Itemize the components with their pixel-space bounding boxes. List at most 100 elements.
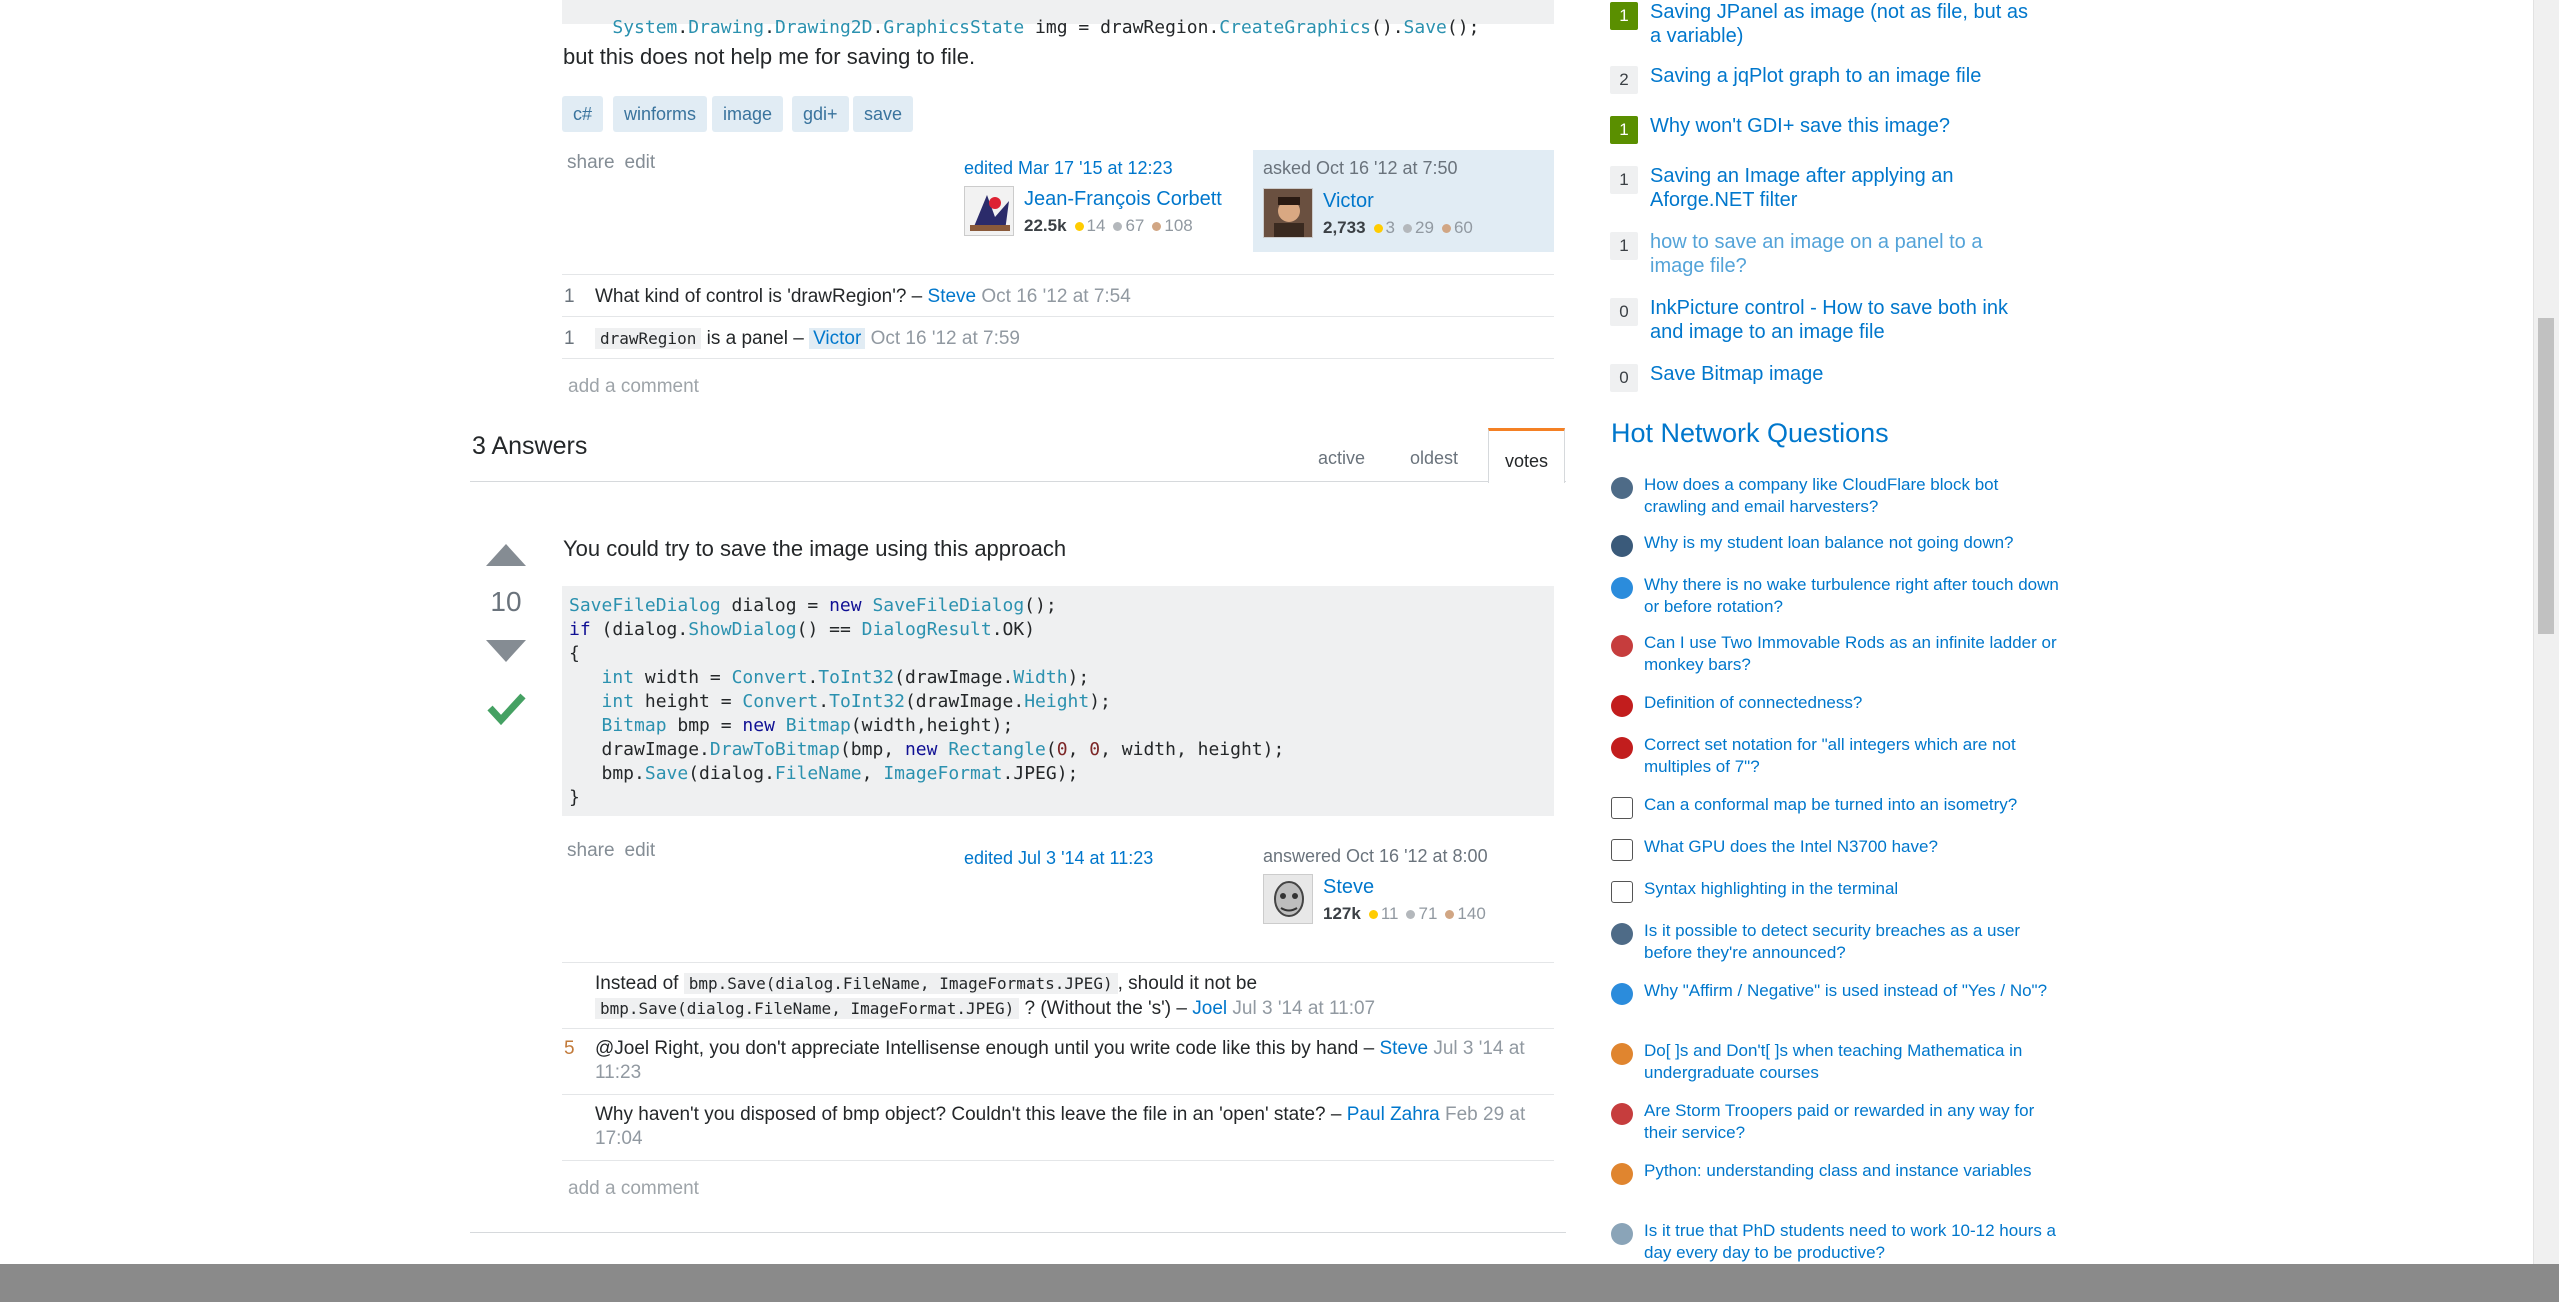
aviation-se-icon	[1611, 577, 1633, 599]
tab-oldest[interactable]: oldest	[1410, 428, 1458, 482]
answer-code-block: SaveFileDialog dialog = new SaveFileDial…	[562, 586, 1554, 816]
comment: 1 What kind of control is 'drawRegion'? …	[562, 274, 1554, 317]
answerer-signature: answered Oct 16 '12 at 8:00 Steve 127k 11…	[1263, 846, 1553, 934]
tab-active[interactable]: active	[1318, 428, 1365, 482]
edit-link[interactable]: edit	[625, 840, 656, 861]
related-title[interactable]: Saving a jqPlot graph to an image file	[1650, 64, 2030, 88]
tag-winforms[interactable]: winforms	[613, 96, 708, 132]
related-title[interactable]: InkPicture control - How to save both in…	[1650, 296, 2030, 344]
gold-badge-icon	[1074, 222, 1084, 232]
related-score: 2	[1610, 66, 1638, 94]
related-score: 1	[1610, 2, 1638, 30]
hot-network-title[interactable]: Is it true that PhD students need to wor…	[1644, 1220, 2060, 1264]
upvote-button[interactable]	[484, 540, 528, 570]
tag-gdiplus[interactable]: gdi+	[792, 96, 849, 132]
security-se-icon	[1611, 923, 1633, 945]
math-se-icon	[1611, 737, 1633, 759]
hot-network-title[interactable]: What GPU does the Intel N3700 have?	[1644, 836, 2060, 858]
mathematica-se-icon	[1611, 1043, 1633, 1065]
downvote-button[interactable]	[484, 636, 528, 666]
related-title[interactable]: Save Bitmap image	[1650, 362, 2030, 386]
comment-user[interactable]: Victor	[809, 328, 866, 349]
hot-network-title[interactable]: Can a conformal map be turned into an is…	[1644, 794, 2060, 816]
comment-date[interactable]: Oct 16 '12 at 7:54	[981, 286, 1130, 307]
tab-votes[interactable]: votes	[1488, 428, 1566, 483]
accepted-checkmark	[486, 688, 526, 728]
gold-badge-count: 14	[1086, 216, 1106, 235]
security-se-icon	[1611, 477, 1633, 499]
add-comment-link[interactable]: add a comment	[568, 1178, 699, 1200]
share-link[interactable]: share	[567, 152, 615, 173]
related-title[interactable]: Saving an Image after applying an Aforge…	[1650, 164, 2030, 212]
tag-save[interactable]: save	[853, 96, 914, 132]
answerer-avatar-image	[1264, 875, 1312, 923]
question-code-snippet: System.Drawing.Drawing2D.GraphicsState i…	[562, 0, 1554, 38]
comment-code: bmp.Save(dialog.FileName, ImageFormats.J…	[683, 973, 1118, 994]
related-title[interactable]: Saving JPanel as image (not as file, but…	[1650, 0, 2030, 48]
hot-network-title[interactable]: Why there is no wake turbulence right af…	[1644, 574, 2060, 618]
related-title[interactable]: how to save an image on a panel to a ima…	[1650, 230, 2030, 278]
comment-code: bmp.Save(dialog.FileName, ImageFormat.JP…	[595, 998, 1020, 1019]
comment-user[interactable]: Steve	[928, 286, 977, 307]
comment-text: Instead of	[595, 973, 684, 994]
bronze-badge-icon	[1152, 222, 1162, 232]
related-score: 1	[1610, 116, 1638, 144]
editor-name[interactable]: Jean-François Corbett	[1024, 188, 1222, 211]
sidebar: 1 Saving JPanel as image (not as file, bu…	[1610, 0, 2060, 1302]
avatar[interactable]	[1263, 874, 1313, 924]
gold-badge-icon	[1373, 224, 1383, 234]
puzzling-se-icon	[1611, 635, 1633, 657]
scifi-se-icon	[1611, 1103, 1633, 1125]
comment-user[interactable]: Steve	[1379, 1038, 1428, 1059]
gold-badge-count: 3	[1385, 218, 1396, 237]
hot-network-title[interactable]: Why is my student loan balance not going…	[1644, 532, 2060, 554]
related-title[interactable]: Why won't GDI+ save this image?	[1650, 114, 2030, 138]
asker-name[interactable]: Victor	[1323, 190, 1374, 213]
comment-text: ? (Without the 's') –	[1019, 998, 1193, 1019]
bronze-badge-icon	[1441, 224, 1451, 234]
tag-image[interactable]: image	[712, 96, 784, 132]
reputation-score: 127k	[1323, 904, 1361, 923]
answerer-name[interactable]: Steve	[1323, 876, 1374, 899]
answerer-reputation: 127k 11 71 140	[1323, 904, 1486, 924]
scrollbar-thumb[interactable]	[2538, 318, 2554, 634]
hot-network-title[interactable]: Is it possible to detect security breach…	[1644, 920, 2060, 964]
comment-date[interactable]: Oct 16 '12 at 7:59	[871, 328, 1020, 349]
comment-text: What kind of control is 'drawRegion'? –	[595, 286, 928, 307]
related-score: 1	[1610, 166, 1638, 194]
comment-text: is a panel –	[701, 328, 810, 349]
asker-avatar-image	[1264, 189, 1312, 237]
scrollbar[interactable]	[2533, 0, 2559, 1264]
hot-network-title[interactable]: Why "Affirm / Negative" is used instead …	[1644, 980, 2060, 1002]
upvote-arrow-icon	[486, 544, 526, 566]
hot-network-title[interactable]: Do[ ]s and Don't[ ]s when teaching Mathe…	[1644, 1040, 2060, 1084]
avatar[interactable]	[1263, 188, 1313, 238]
question-post-menu: share edit	[567, 152, 665, 174]
avatar[interactable]	[964, 186, 1014, 236]
english-se-icon	[1611, 983, 1633, 1005]
hot-network-title[interactable]: Python: understanding class and instance…	[1644, 1160, 2060, 1182]
hot-network-title[interactable]: Hot Network Questions	[1611, 418, 1889, 449]
edit-link[interactable]: edit	[625, 152, 656, 173]
comment-date[interactable]: Jul 3 '14 at 11:07	[1232, 998, 1375, 1019]
hot-network-title[interactable]: How does a company like CloudFlare block…	[1644, 474, 2060, 518]
tag-csharp[interactable]: c#	[562, 96, 604, 132]
hot-network-title[interactable]: Can I use Two Immovable Rods as an infin…	[1644, 632, 2060, 676]
hot-network-title[interactable]: Syntax highlighting in the terminal	[1644, 878, 2060, 900]
hot-network-title[interactable]: Definition of connectedness?	[1644, 692, 2060, 714]
hot-network-title[interactable]: Correct set notation for "all integers w…	[1644, 734, 2060, 778]
main-column: System.Drawing.Drawing2D.GraphicsState i…	[470, 0, 1566, 1302]
answer-edited-timestamp[interactable]: edited Jul 3 '14 at 11:23	[964, 848, 1153, 869]
comment: Instead of bmp.Save(dialog.FileName, Ima…	[562, 962, 1554, 1029]
comment-body: Why haven't you disposed of bmp object? …	[595, 1103, 1534, 1151]
comment-user[interactable]: Paul Zahra	[1347, 1104, 1440, 1125]
comment-user[interactable]: Joel	[1192, 998, 1227, 1019]
reputation-score: 22.5k	[1024, 216, 1067, 235]
comment: 5 @Joel Right, you don't appreciate Inte…	[562, 1028, 1554, 1095]
add-comment-link[interactable]: add a comment	[568, 376, 699, 398]
answer-sort-tabs: active oldest votes	[470, 428, 1566, 483]
editor-signature: edited Mar 17 '15 at 12:23 Jean-François…	[964, 158, 1224, 242]
share-link[interactable]: share	[567, 840, 615, 861]
hot-network-title[interactable]: Are Storm Troopers paid or rewarded in a…	[1644, 1100, 2060, 1144]
edited-timestamp[interactable]: edited Mar 17 '15 at 12:23	[964, 158, 1224, 179]
